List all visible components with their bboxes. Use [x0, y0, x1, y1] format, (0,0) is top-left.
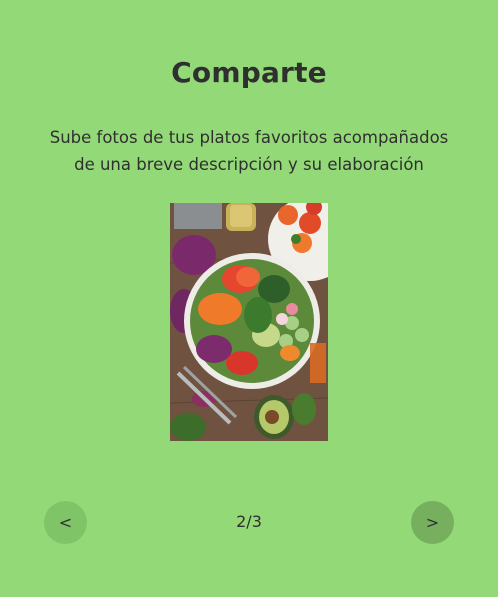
salad-bowl-photo	[170, 203, 328, 441]
slide-description: Sube fotos de tus platos favoritos acomp…	[49, 128, 449, 174]
previous-slide-button[interactable]: <	[44, 501, 87, 544]
next-slide-button[interactable]: >	[411, 501, 454, 544]
slide-counter: 2/3	[236, 512, 262, 531]
slide-title: Comparte	[171, 56, 327, 89]
